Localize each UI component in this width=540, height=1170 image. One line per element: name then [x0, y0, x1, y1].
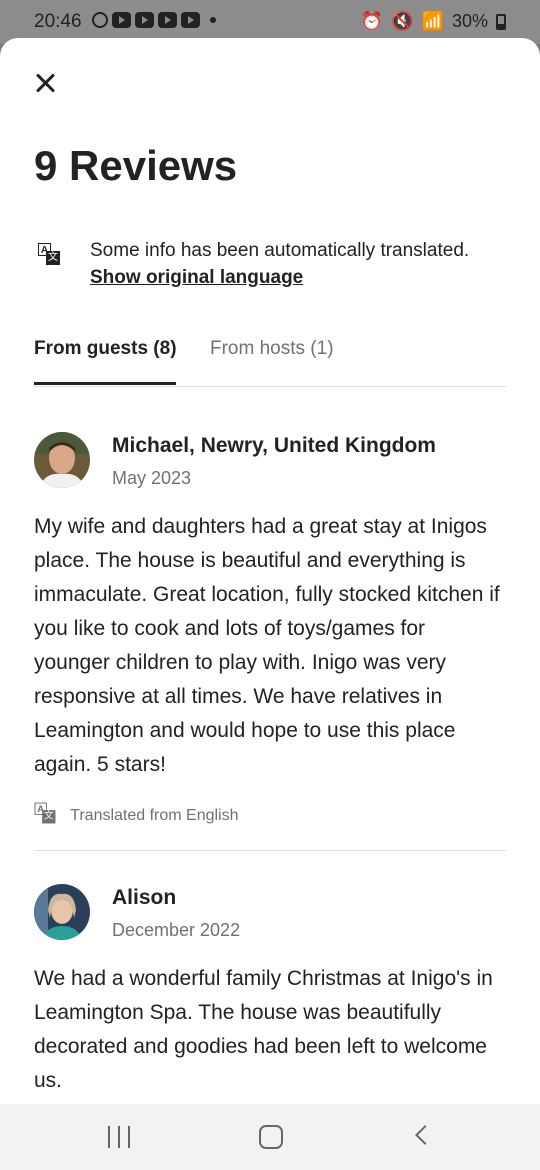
- whatsapp-icon: [92, 12, 108, 28]
- review-item: Michael, Newry, United Kingdom May 2023 …: [34, 432, 506, 825]
- youtube-icon: [158, 12, 177, 28]
- reviews-sheet: 9 Reviews A文 Some info has been automati…: [0, 38, 540, 1170]
- reviewer-name: Michael, Newry, United Kingdom: [112, 434, 436, 457]
- youtube-icon: [112, 12, 131, 28]
- youtube-icon: [181, 12, 200, 28]
- review-text: My wife and daughters had a great stay a…: [34, 515, 500, 776]
- show-original-language-link[interactable]: Show original language: [90, 267, 303, 289]
- translation-notice: Some info has been automatically transla…: [90, 240, 470, 261]
- avatar[interactable]: [34, 432, 90, 488]
- recents-icon[interactable]: [108, 1126, 130, 1148]
- system-nav-bar: [0, 1104, 540, 1170]
- system-icons: ⏰ 🔇 📶 30%: [361, 11, 506, 32]
- back-icon[interactable]: [415, 1125, 435, 1145]
- translated-note-text: Translated from English: [70, 807, 239, 824]
- more-notifications-icon: [210, 17, 216, 23]
- review-item: Alison December 2022 We had a wonderful …: [34, 884, 506, 1104]
- notification-icons: [92, 12, 216, 28]
- translate-icon: A文: [38, 243, 60, 265]
- battery-icon: [496, 13, 506, 30]
- review-text: We had a wonderful family Christmas at I…: [34, 967, 493, 1092]
- translate-icon: A文: [34, 802, 56, 824]
- reviewer-name: Alison: [112, 886, 177, 909]
- alarm-icon: ⏰: [360, 11, 384, 31]
- review-tabs: From guests (8) From hosts (1): [34, 338, 506, 387]
- avatar[interactable]: [34, 884, 90, 940]
- page-title: 9 Reviews: [34, 142, 238, 189]
- active-tab-indicator: [34, 382, 176, 385]
- wifi-icon: 📶: [421, 11, 444, 31]
- mute-icon: 🔇: [391, 11, 414, 31]
- translated-note: A文 Translated from English: [34, 798, 239, 825]
- close-icon[interactable]: [30, 68, 60, 98]
- review-date: May 2023: [112, 468, 192, 488]
- tab-from-hosts[interactable]: From hosts (1): [210, 338, 334, 360]
- youtube-icon: [135, 12, 154, 28]
- status-time: 20:46: [34, 11, 82, 32]
- home-icon[interactable]: [259, 1125, 283, 1149]
- tab-from-guests[interactable]: From guests (8): [34, 338, 177, 360]
- battery-level: 30%: [451, 11, 488, 31]
- divider: [34, 850, 506, 851]
- review-date: December 2022: [112, 920, 241, 940]
